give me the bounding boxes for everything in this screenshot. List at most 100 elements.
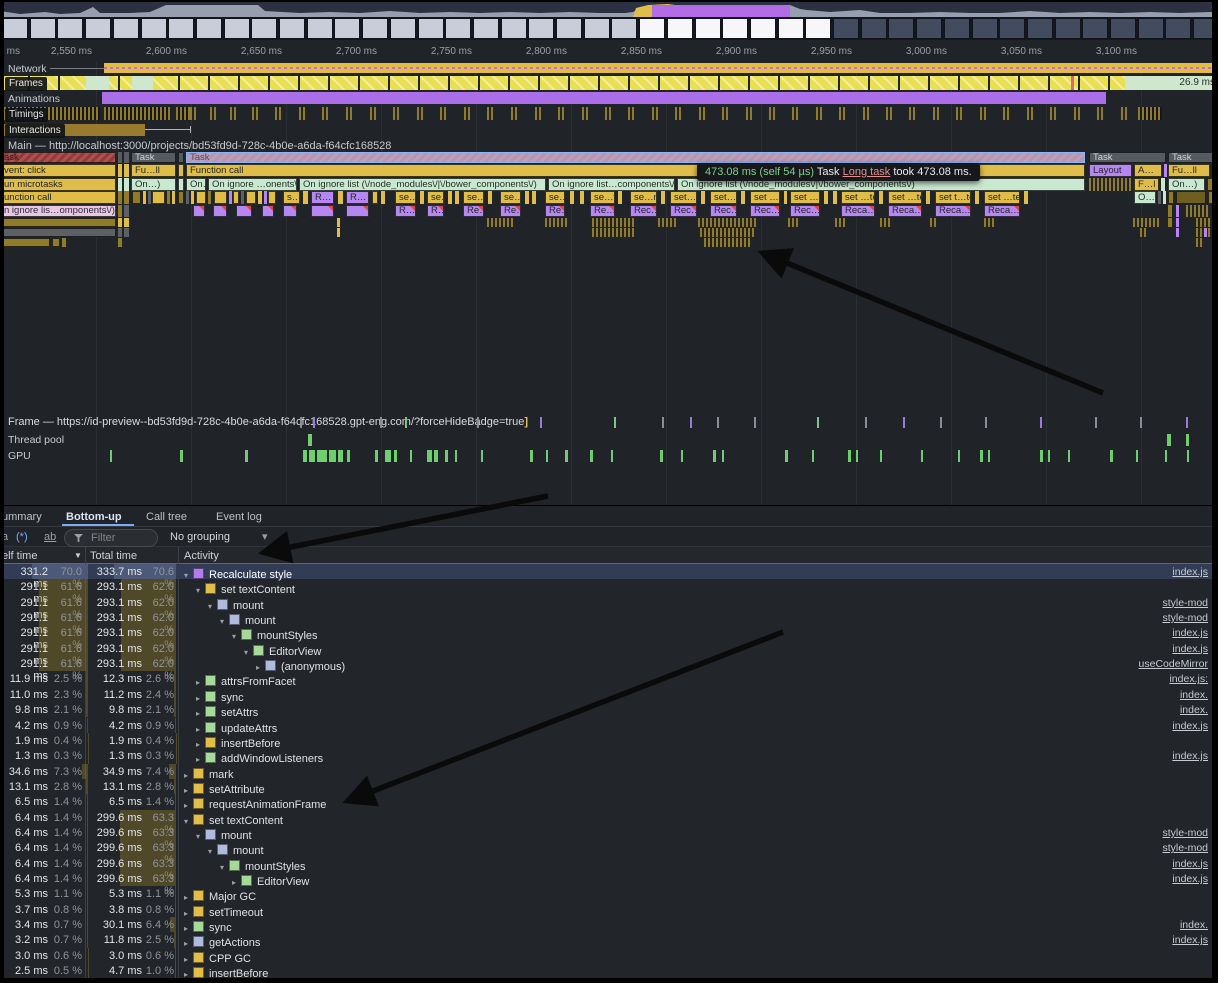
flame-bar[interactable] xyxy=(229,191,232,204)
flame-bar[interactable] xyxy=(186,191,189,204)
flame-bar[interactable]: se…t xyxy=(395,191,416,204)
source-link[interactable]: index. xyxy=(1180,919,1208,931)
filmstrip-thumbnail[interactable] xyxy=(501,18,527,39)
activity-cell[interactable]: ▾mount xyxy=(208,596,264,610)
expander-closed-icon[interactable]: ▸ xyxy=(184,970,193,979)
table-row[interactable]: 4.2 ms0.9 %4.2 ms0.9 %▸updateAttrsindex.… xyxy=(4,718,1212,733)
track-label-gpu[interactable]: GPU xyxy=(8,450,31,462)
track-label-frames[interactable]: Frames xyxy=(5,77,47,91)
network-track-bar[interactable] xyxy=(104,63,1218,73)
flame-bar[interactable] xyxy=(118,152,122,163)
table-row[interactable]: 11.0 ms2.3 %11.2 ms2.4 %▸syncindex. xyxy=(4,687,1212,702)
frame-block-good[interactable] xyxy=(86,76,109,90)
frame-section-header[interactable]: Frame — https://id-preview--bd53fd9d-728… xyxy=(8,416,528,428)
frame-block[interactable] xyxy=(930,76,958,90)
flame-bar[interactable]: se…t xyxy=(590,191,615,204)
flame-bar[interactable] xyxy=(835,218,845,227)
tab-call-tree[interactable]: Call tree xyxy=(146,511,187,523)
source-link[interactable]: index.js xyxy=(1172,934,1208,946)
tooltip-longtask-link[interactable]: Long task xyxy=(843,166,891,178)
frame-block[interactable] xyxy=(570,76,598,90)
activity-cell[interactable]: ▸(anonymous) xyxy=(256,657,345,671)
activity-cell[interactable]: ▾mount xyxy=(196,826,252,840)
flame-bar[interactable]: Rec…yle xyxy=(790,205,820,217)
flame-bar[interactable] xyxy=(1208,191,1216,204)
flame-bar[interactable]: ask xyxy=(0,152,116,163)
flame-bar[interactable] xyxy=(152,191,165,204)
filmstrip-thumbnail[interactable] xyxy=(1165,18,1191,39)
filter-input[interactable] xyxy=(89,531,151,545)
activity-cell[interactable]: ▸sync xyxy=(196,688,244,702)
grouping-caret-icon[interactable]: ▾ xyxy=(262,530,268,543)
flame-bar[interactable] xyxy=(1207,178,1215,191)
flame-bar[interactable] xyxy=(258,191,262,204)
tab-bottom-up[interactable]: Bottom-up xyxy=(66,511,122,523)
filmstrip-thumbnail[interactable] xyxy=(1027,18,1053,39)
frame-block[interactable] xyxy=(900,76,928,90)
flame-bar[interactable]: Re…le xyxy=(590,205,615,217)
regex-icon[interactable]: (*) xyxy=(16,531,28,543)
table-row[interactable]: 3.0 ms0.6 %3.0 ms0.6 %▸CPP GC xyxy=(4,948,1212,963)
table-row[interactable]: 1.9 ms0.4 %1.9 ms0.4 %▸insertBefore xyxy=(4,733,1212,748)
flame-bar[interactable] xyxy=(1140,228,1148,237)
frame-block[interactable] xyxy=(510,76,538,90)
frame-block[interactable] xyxy=(270,76,298,90)
flame-bar[interactable] xyxy=(488,191,492,204)
flame-bar[interactable]: unction call xyxy=(0,191,116,204)
flame-bar[interactable] xyxy=(1161,178,1165,191)
flame-bar[interactable]: R… xyxy=(346,191,369,204)
flame-bar[interactable]: On…) xyxy=(186,178,206,191)
flame-bar[interactable] xyxy=(241,191,244,204)
filmstrip-thumbnail[interactable] xyxy=(1193,18,1218,39)
flame-bar[interactable] xyxy=(124,164,129,177)
frame-block[interactable] xyxy=(330,76,358,90)
flame-bar[interactable] xyxy=(337,228,340,237)
flame-bar[interactable] xyxy=(0,238,50,247)
filmstrip-thumbnail[interactable] xyxy=(972,18,998,39)
flame-bar[interactable] xyxy=(661,191,665,204)
flame-bar[interactable] xyxy=(1163,191,1166,204)
track-label-interactions[interactable]: Interactions xyxy=(5,124,65,138)
flame-bar[interactable] xyxy=(525,191,529,204)
flame-bar[interactable] xyxy=(167,191,170,204)
frame-duration-badge[interactable]: 26.9 ms xyxy=(1125,76,1218,90)
flame-bar[interactable] xyxy=(701,191,705,204)
flame-bar[interactable] xyxy=(1176,205,1179,217)
track-label-animations[interactable]: Animations xyxy=(8,93,60,105)
whole-word-icon[interactable]: ab xyxy=(44,531,56,543)
filmstrip-thumbnail[interactable] xyxy=(168,18,194,39)
flame-bar[interactable]: set …tent xyxy=(984,191,1020,204)
activity-cell[interactable]: ▸insertBefore xyxy=(184,964,268,978)
flame-bar[interactable]: Fu…ll xyxy=(131,164,176,177)
flame-bar[interactable] xyxy=(172,191,175,204)
flame-bar[interactable]: Rec…le xyxy=(670,205,697,217)
activity-cell[interactable]: ▸EditorView xyxy=(232,872,309,886)
flame-bar[interactable] xyxy=(1212,164,1216,177)
flame-bar[interactable]: On ignore list (\/node_modules\/|\/bower… xyxy=(299,178,546,191)
flame-bar[interactable] xyxy=(148,191,151,204)
track-label-network[interactable]: Network xyxy=(8,63,47,75)
frame-block[interactable] xyxy=(420,76,448,90)
flame-bar[interactable] xyxy=(268,191,276,204)
filmstrip-thumbnail[interactable] xyxy=(141,18,167,39)
flame-bar[interactable]: Rec…le xyxy=(630,205,657,217)
activity-cell[interactable]: ▾mount xyxy=(208,841,264,855)
filmstrip-thumbnail[interactable] xyxy=(639,18,665,39)
flame-bar[interactable] xyxy=(1176,228,1179,237)
flame-bar[interactable] xyxy=(700,228,756,237)
flame-bar[interactable]: Rec…le xyxy=(710,205,737,217)
filmstrip-thumbnail[interactable] xyxy=(1138,18,1164,39)
flame-bar[interactable] xyxy=(118,218,122,227)
filmstrip-thumbnail[interactable] xyxy=(556,18,582,39)
table-row[interactable]: 11.9 ms2.5 %12.3 ms2.6 %▸attrsFromFaceti… xyxy=(4,671,1212,686)
flame-bar[interactable] xyxy=(704,238,752,247)
flame-bar[interactable] xyxy=(592,218,636,227)
filmstrip-thumbnail[interactable] xyxy=(85,18,111,39)
table-row[interactable]: 6.4 ms1.4 %299.6 ms63.3 %▾mountstyle-mod xyxy=(4,825,1212,840)
frame-block[interactable] xyxy=(150,76,178,90)
table-row[interactable]: 291.1 ms61.6 %293.1 ms62.0 %▾set textCon… xyxy=(4,579,1212,594)
frame-block[interactable] xyxy=(630,76,658,90)
source-link[interactable]: index. xyxy=(1180,704,1208,716)
flame-bar[interactable] xyxy=(193,205,205,217)
flame-bar[interactable] xyxy=(338,191,343,204)
